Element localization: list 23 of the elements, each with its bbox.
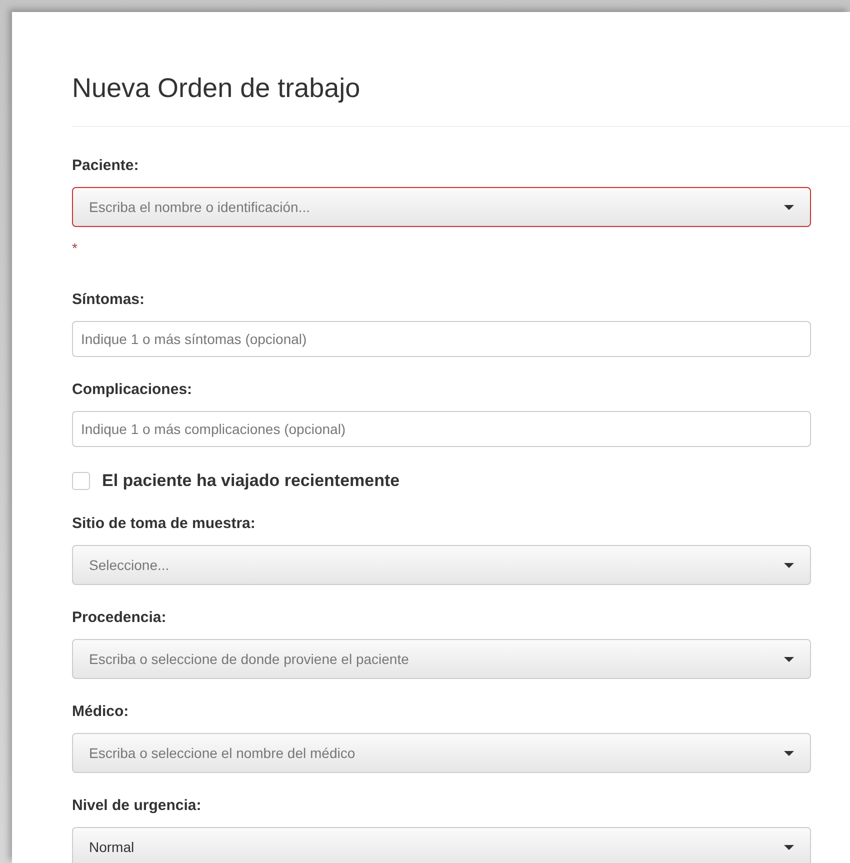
field-label: Procedencia:	[72, 609, 168, 627]
field-label: Sitio de toma de muestra:	[72, 515, 256, 533]
field-label: Síntomas:	[72, 291, 146, 309]
page-title: Nueva Orden de trabajo	[72, 72, 362, 104]
field-label: Paciente:	[72, 157, 140, 175]
required-mark: *	[72, 239, 78, 257]
checkbox-label: El paciente ha viajado recientemente	[102, 471, 400, 491]
field-label: Nivel de urgencia:	[72, 797, 202, 815]
checkbox[interactable]	[72, 472, 90, 490]
caret-icon	[784, 204, 794, 210]
caret-icon	[784, 562, 794, 568]
field-label: Complicaciones:	[72, 381, 194, 399]
select-field[interactable]: Escriba el nombre o identificación...	[72, 187, 811, 227]
input-field[interactable]: Indique 1 o más síntomas (opcional)	[72, 321, 811, 357]
select-field[interactable]: Seleccione...	[72, 545, 811, 585]
select-field[interactable]: Normal	[72, 827, 811, 863]
caret-icon	[784, 656, 794, 662]
select-field[interactable]: Escriba o seleccione de donde proviene el paciente	[72, 639, 811, 679]
caret-icon	[784, 750, 794, 756]
input-field[interactable]: Indique 1 o más complicaciones (opcional)	[72, 411, 811, 447]
select-field[interactable]: Escriba o seleccione el nombre del médico	[72, 733, 811, 773]
caret-icon	[784, 844, 794, 850]
field-label: Médico:	[72, 703, 130, 721]
